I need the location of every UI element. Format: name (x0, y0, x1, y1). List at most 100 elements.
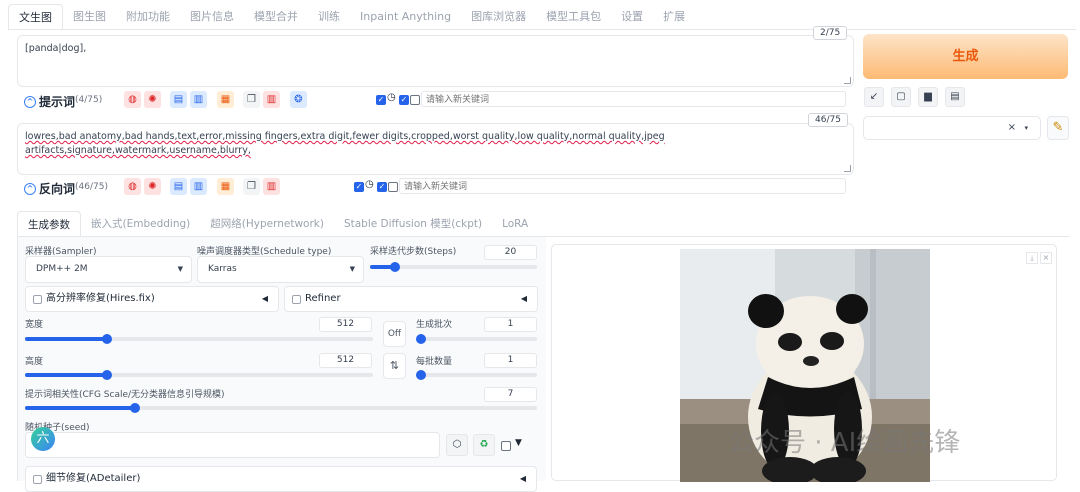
negative-keyword-input[interactable] (399, 178, 846, 194)
keyword-extra-checkbox[interactable] (388, 182, 398, 192)
sampler-dropdown[interactable]: DPM++ 2M ▼ (25, 256, 192, 283)
swap-dimensions-button[interactable]: ⇅ (383, 353, 406, 379)
gear-icon[interactable]: ✺ (144, 91, 161, 108)
refiner-checkbox[interactable] (292, 295, 301, 304)
gear-icon[interactable]: ✺ (144, 178, 161, 195)
cfg-scale-input[interactable]: 7 (484, 387, 537, 402)
height-input[interactable]: 512 (319, 353, 372, 368)
history-icon[interactable]: ◷ (365, 179, 374, 190)
square-icon[interactable]: ▢ (891, 87, 911, 107)
arrow-icon[interactable]: ↙ (864, 87, 884, 107)
chevron-down-icon[interactable]: ▾ (1024, 124, 1028, 132)
width-input[interactable]: 512 (319, 317, 372, 332)
copy-icon[interactable]: ❐ (243, 91, 260, 108)
tab-txt2img[interactable]: 文生图 (8, 4, 63, 30)
download-icon[interactable]: ⤓ (1026, 252, 1038, 264)
schedule-dropdown[interactable]: Karras ▼ (197, 256, 364, 283)
paste-icon[interactable]: ▤ (170, 178, 187, 195)
trash-icon[interactable]: ▥ (263, 178, 280, 195)
tab-hypernetwork[interactable]: 超网络(Hypernetwork) (200, 211, 334, 237)
globe-icon[interactable]: ◍ (124, 91, 141, 108)
prompt-input[interactable]: [panda|dog], (17, 35, 854, 87)
steps-label: 采样迭代步数(Steps) (370, 247, 457, 257)
keyword-auto-checkbox[interactable]: ✓ (377, 182, 387, 192)
settings-icon[interactable]: ❂ (290, 91, 307, 108)
collapse-triangle-icon: ◀ (261, 294, 268, 303)
tab-lora[interactable]: LoRA (492, 211, 538, 237)
width-slider[interactable] (25, 334, 373, 344)
prompt-label[interactable]: ^ 提示词 (24, 93, 75, 110)
prompt-keyword-input[interactable] (421, 91, 846, 107)
tab-extras[interactable]: 附加功能 (116, 4, 180, 30)
refiner-accordion[interactable]: Refiner ◀ (284, 286, 538, 312)
prompt-text: [panda|dog], (25, 43, 87, 54)
negative-label[interactable]: ^ 反向词 (24, 180, 75, 197)
tab-merge[interactable]: 模型合并 (244, 4, 308, 30)
tab-image-browser[interactable]: 图库浏览器 (461, 4, 536, 30)
resize-handle[interactable] (844, 77, 851, 84)
paste-icon[interactable]: ▤ (170, 91, 187, 108)
seed-input[interactable] (25, 432, 440, 458)
copy-icon[interactable]: ❐ (243, 178, 260, 195)
keyword-toggle-checkbox[interactable]: ✓ (354, 182, 364, 192)
tab-extensions[interactable]: 扩展 (653, 4, 695, 30)
grid-icon[interactable]: ▦ (217, 178, 234, 195)
batch-count-input[interactable]: 1 (484, 317, 537, 332)
recycle-icon[interactable]: ♻ (473, 434, 495, 456)
height-slider-knob[interactable] (102, 370, 112, 380)
generate-button[interactable]: 生成 (863, 34, 1068, 79)
extra-seed-checkbox[interactable] (501, 441, 511, 451)
batch-size-slider[interactable] (416, 370, 537, 380)
width-slider-knob[interactable] (102, 334, 112, 344)
tab-png-info[interactable]: 图片信息 (180, 4, 244, 30)
extra-seed-triangle-icon[interactable]: ▼ (515, 438, 522, 448)
hires-fix-checkbox[interactable] (33, 295, 42, 304)
trash-icon[interactable]: ▥ (263, 91, 280, 108)
batch-size-input[interactable]: 1 (484, 353, 537, 368)
keyword-extra-checkbox[interactable] (410, 95, 420, 105)
bookmark-icon[interactable]: ▥ (190, 178, 207, 195)
negative-count: (46/75) (75, 182, 108, 192)
cfg-scale-label: 提示词相关性(CFG Scale/无分类器信息引导规模) (25, 390, 225, 400)
clipboard-icon[interactable]: ▤ (945, 87, 965, 107)
steps-slider-knob[interactable] (390, 262, 400, 272)
keyword-toggle-checkbox[interactable]: ✓ (376, 95, 386, 105)
history-icon[interactable]: ◷ (387, 92, 396, 103)
tab-checkpoint[interactable]: Stable Diffusion 模型(ckpt) (334, 211, 492, 237)
collapse-icon[interactable]: ^ (24, 182, 36, 195)
tab-train[interactable]: 训练 (308, 4, 350, 30)
width-label: 宽度 (25, 320, 44, 330)
styles-dropdown[interactable]: × ▾ (863, 116, 1041, 140)
batch-count-slider-knob[interactable] (416, 334, 426, 344)
batch-count-slider[interactable] (416, 334, 537, 344)
collapse-icon[interactable]: ^ (24, 95, 36, 108)
cfg-scale-slider-knob[interactable] (130, 403, 140, 413)
adetailer-checkbox[interactable] (33, 475, 42, 484)
close-icon[interactable]: × (1040, 252, 1052, 264)
height-slider[interactable] (25, 370, 373, 380)
trash-icon[interactable]: ▆ (918, 87, 938, 107)
cfg-scale-slider[interactable] (25, 403, 537, 413)
tab-embedding[interactable]: 嵌入式(Embedding) (81, 211, 200, 237)
steps-input[interactable]: 20 (484, 245, 537, 260)
batch-size-slider-knob[interactable] (416, 370, 426, 380)
tab-settings[interactable]: 设置 (611, 4, 653, 30)
globe-icon[interactable]: ◍ (124, 178, 141, 195)
off-button[interactable]: Off (383, 321, 406, 347)
bookmark-icon[interactable]: ▥ (190, 91, 207, 108)
grid-icon[interactable]: ▦ (217, 91, 234, 108)
dice-icon[interactable]: ⬡ (446, 434, 468, 456)
resize-handle[interactable] (844, 165, 851, 172)
clear-icon[interactable]: × (1008, 122, 1016, 133)
pencil-icon[interactable]: ✎ (1047, 116, 1069, 140)
tab-img2img[interactable]: 图生图 (63, 4, 116, 30)
tab-inpaint-anything[interactable]: Inpaint Anything (350, 4, 461, 30)
tab-generation[interactable]: 生成参数 (17, 211, 81, 237)
negative-prompt-input[interactable]: lowres,bad anatomy,bad hands,text,error,… (17, 123, 854, 175)
adetailer-accordion[interactable]: 细节修复(ADetailer) ◀ (25, 466, 537, 492)
hires-fix-accordion[interactable]: 高分辨率修复(Hires.fix) ◀ (25, 286, 279, 312)
prompt-token-counter: 2/75 (813, 26, 848, 40)
tab-model-toolkit[interactable]: 模型工具包 (536, 4, 611, 30)
steps-slider[interactable] (370, 262, 537, 272)
keyword-auto-checkbox[interactable]: ✓ (399, 95, 409, 105)
